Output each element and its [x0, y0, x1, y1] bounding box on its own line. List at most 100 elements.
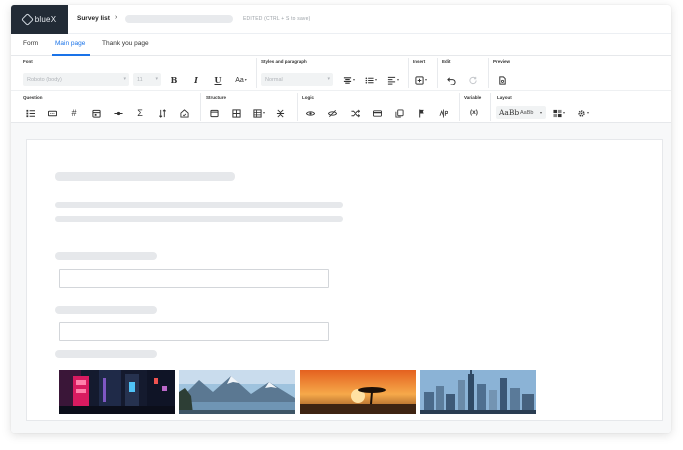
chevron-down-icon: ▾: [262, 110, 265, 115]
add-number-button[interactable]: #: [68, 107, 80, 119]
hidden-icon: [327, 109, 337, 117]
image-mountain-lake: [179, 370, 295, 414]
tab-thank-you-page[interactable]: Thank you page: [102, 40, 149, 47]
align-button[interactable]: ▾: [341, 74, 357, 86]
shuffle-button[interactable]: [349, 107, 361, 119]
description-line-placeholder[interactable]: [55, 216, 343, 222]
header: blueX Survey list › EDITED (CTRL + S to …: [11, 5, 671, 34]
font-family-select[interactable]: Roboto (body) ▾: [23, 73, 129, 86]
group-label-styles: Styles and paragraph: [261, 59, 307, 64]
sort-icon: [158, 108, 166, 118]
divider: [200, 93, 201, 121]
ribbon-row-divider: [11, 90, 671, 91]
add-table-button[interactable]: ▾: [251, 107, 267, 119]
split-icon: [439, 108, 448, 118]
chevron-down-icon: ▾: [586, 110, 589, 115]
copy-button[interactable]: [393, 107, 405, 119]
date-icon: [91, 109, 101, 118]
text-field[interactable]: [59, 269, 329, 288]
description-line-placeholder[interactable]: [55, 202, 343, 208]
insert-variable-button[interactable]: (x): [466, 107, 482, 119]
undo-button[interactable]: [445, 74, 457, 86]
numbered-list-button[interactable]: ▾: [385, 74, 401, 86]
image-choice-savanna-sunset[interactable]: [300, 370, 416, 414]
image-choice-mountain-lake[interactable]: [179, 370, 295, 414]
table-icon: [253, 108, 262, 118]
divider: [488, 58, 489, 88]
add-grid-button[interactable]: [230, 107, 242, 119]
slider-icon: [113, 111, 123, 115]
text-field[interactable]: [59, 322, 329, 341]
divider: [256, 58, 257, 88]
editor-window: blueX Survey list › EDITED (CTRL + S to …: [11, 5, 671, 433]
list-question-icon: [25, 109, 35, 117]
chevron-down-icon: ▾: [352, 77, 355, 82]
add-slider-button[interactable]: [112, 107, 124, 119]
text-size-button[interactable]: Aa ▾: [232, 74, 250, 86]
form-page[interactable]: [26, 139, 663, 421]
divider: [297, 93, 298, 121]
italic-button[interactable]: I: [190, 74, 202, 86]
add-rating-button[interactable]: [178, 107, 190, 119]
group-label-logic: Logic: [302, 95, 314, 100]
brand-name: blueX: [34, 15, 57, 24]
bullet-list-button[interactable]: ▾: [363, 74, 379, 86]
add-page-button[interactable]: [208, 107, 220, 119]
page-tabs: Form Main page Thank you page: [11, 34, 671, 56]
image-choice-neon-street[interactable]: [59, 370, 175, 414]
underline-button[interactable]: U: [212, 74, 224, 86]
show-condition-button[interactable]: [304, 107, 316, 119]
palette-icon: [553, 109, 562, 117]
image-savanna-sunset: [300, 370, 416, 414]
tab-main-page[interactable]: Main page: [55, 40, 85, 47]
group-label-variable: Variable: [464, 95, 482, 100]
add-list-question-button[interactable]: [24, 107, 36, 119]
survey-title-placeholder[interactable]: [125, 15, 233, 23]
preview-button[interactable]: [496, 74, 508, 86]
card-button[interactable]: [371, 107, 383, 119]
question-label-placeholder[interactable]: [55, 306, 157, 314]
breadcrumb-survey-list[interactable]: Survey list: [77, 15, 110, 22]
split-button[interactable]: [437, 107, 449, 119]
font-size-select[interactable]: 11 ▾: [133, 73, 161, 86]
add-text-input-button[interactable]: [46, 107, 58, 119]
collapse-button[interactable]: [274, 107, 286, 119]
redo-button[interactable]: [467, 74, 479, 86]
page-icon: [209, 109, 219, 117]
text-input-icon: [47, 110, 57, 116]
page-title-placeholder[interactable]: [55, 172, 235, 181]
flag-button[interactable]: [415, 107, 427, 119]
add-sort-button[interactable]: [156, 107, 168, 119]
layout-preview-small: AaBb: [520, 110, 534, 116]
image-choice-city-skyline[interactable]: [420, 370, 536, 414]
insert-icon: [415, 75, 424, 85]
gear-icon: [578, 109, 585, 117]
chevron-down-icon: ▾: [424, 77, 427, 82]
add-sum-button[interactable]: Σ: [134, 107, 146, 119]
palette-button[interactable]: ▾: [551, 107, 567, 119]
group-label-font: Font: [23, 59, 33, 64]
chevron-down-icon: ▾: [327, 76, 330, 82]
hide-condition-button[interactable]: [326, 107, 338, 119]
align-center-icon: [343, 76, 352, 84]
grid-icon: [231, 108, 241, 118]
copy-icon: [394, 108, 404, 118]
flag-icon: [418, 108, 424, 118]
divider: [408, 58, 409, 88]
add-date-button[interactable]: [90, 107, 102, 119]
question-label-placeholder[interactable]: [55, 252, 157, 260]
group-label-preview: Preview: [493, 59, 511, 64]
text-size-label: Aa: [235, 76, 244, 84]
question-label-placeholder[interactable]: [55, 350, 157, 358]
group-label-question: Question: [23, 95, 43, 100]
group-label-structure: Structure: [206, 95, 227, 100]
settings-button[interactable]: ▾: [575, 107, 591, 119]
insert-button[interactable]: ▾: [413, 74, 429, 86]
toolbar-ribbon: Font Styles and paragraph Insert Edit Pr…: [11, 56, 671, 123]
paragraph-style-select[interactable]: Normal ▾: [261, 73, 333, 86]
bold-button[interactable]: B: [168, 74, 180, 86]
brand-logo[interactable]: blueX: [11, 5, 68, 34]
tab-form[interactable]: Form: [23, 40, 38, 47]
paragraph-style-value: Normal: [265, 77, 283, 83]
font-family-value: Roboto (body): [27, 77, 62, 83]
